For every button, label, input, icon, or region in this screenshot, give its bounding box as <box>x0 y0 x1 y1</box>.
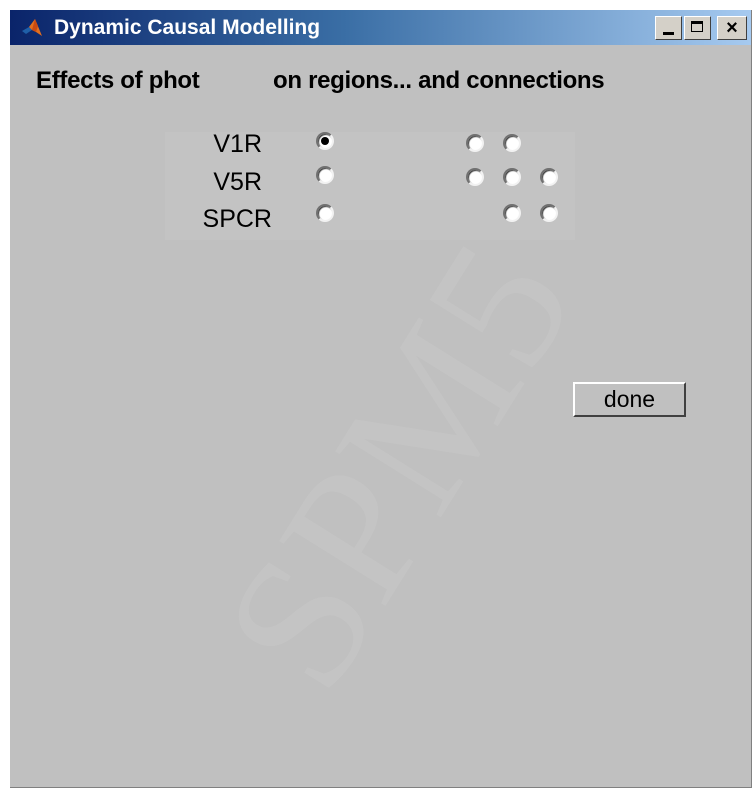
title-bar[interactable]: Dynamic Causal Modelling × <box>10 10 751 45</box>
dcm-window: Dynamic Causal Modelling × SPM5 Effects … <box>10 10 752 788</box>
region-label-spcr: SPCR <box>202 205 272 233</box>
connection-radio-3-3[interactable] <box>540 204 558 222</box>
minimize-button[interactable] <box>655 16 682 40</box>
close-icon: × <box>726 17 738 39</box>
spm5-watermark: SPM5 <box>183 209 614 724</box>
window-title: Dynamic Causal Modelling <box>54 16 321 39</box>
connection-radio-2-1[interactable] <box>466 168 484 186</box>
region-label-v1r: V1R <box>213 130 262 158</box>
effects-heading: Effects of phot <box>36 67 200 94</box>
connection-radio-1-1[interactable] <box>466 134 484 152</box>
connection-radio-2-3[interactable] <box>540 168 558 186</box>
minimize-icon <box>663 32 674 35</box>
region-radio-v5r[interactable] <box>316 166 334 184</box>
maximize-icon <box>691 21 703 32</box>
matlab-logo-icon <box>22 19 42 36</box>
maximize-button[interactable] <box>684 16 711 40</box>
regions-connections-heading: on regions... and connections <box>273 67 605 94</box>
connection-radio-2-2[interactable] <box>503 168 521 186</box>
done-button[interactable]: done <box>573 382 686 417</box>
close-button[interactable]: × <box>717 16 747 40</box>
region-radio-v1r[interactable] <box>316 132 334 150</box>
connection-radio-3-2[interactable] <box>503 204 521 222</box>
region-label-v5r: V5R <box>213 168 262 196</box>
connection-radio-1-2[interactable] <box>503 134 521 152</box>
region-radio-spcr[interactable] <box>316 204 334 222</box>
